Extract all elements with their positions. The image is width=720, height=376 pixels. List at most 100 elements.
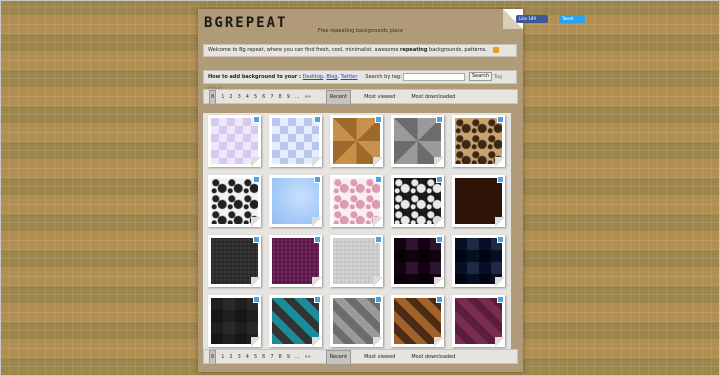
twitter-share-icon[interactable] — [253, 116, 260, 123]
corner-fold-icon — [251, 157, 261, 167]
corner-fold-icon — [434, 337, 444, 347]
corner-fold-icon — [373, 277, 383, 287]
top-page-2[interactable]: 2 — [229, 91, 232, 104]
top-page-7[interactable]: 7 — [270, 91, 273, 104]
corner-fold-icon — [373, 337, 383, 347]
pattern-tile-mauve-stripe[interactable] — [452, 295, 505, 347]
tweet-button[interactable]: Tweet — [559, 15, 585, 23]
bottom-page-2[interactable]: 2 — [229, 351, 232, 364]
corner-fold-icon — [495, 157, 505, 167]
pattern-tile-plum-check[interactable] — [391, 235, 444, 287]
pattern-tile-dark-brown[interactable] — [452, 175, 505, 227]
corner-fold-icon — [495, 217, 505, 227]
pattern-tile-floral-tan[interactable] — [452, 115, 505, 167]
pattern-tile-navy-check[interactable] — [452, 235, 505, 287]
howto-bar: How to add background to your : Desktop,… — [203, 70, 517, 92]
top-tab-0[interactable]: Recent — [325, 90, 352, 105]
twitter-share-icon[interactable] — [436, 236, 443, 243]
corner-fold-icon — [434, 157, 444, 167]
bottom-page-3[interactable]: 3 — [238, 351, 241, 364]
twitter-share-icon[interactable] — [314, 116, 321, 123]
pattern-tile-diamond-lavender[interactable] — [208, 115, 261, 167]
pattern-tile-dark-grey[interactable] — [208, 235, 261, 287]
bottom-page-1[interactable]: 1 — [221, 351, 224, 364]
link-twitter[interactable]: Twitter — [341, 74, 358, 80]
howto-label: How to add background to your : — [208, 74, 302, 80]
search-button[interactable]: Search — [468, 72, 493, 81]
bottom-page-5[interactable]: 5 — [254, 351, 257, 364]
welcome-suffix: backgrounds, patterns. — [429, 47, 487, 53]
corner-fold-icon — [312, 277, 322, 287]
twitter-share-icon[interactable] — [436, 296, 443, 303]
bottom-tab-1[interactable]: Most viewed — [361, 351, 398, 364]
twitter-share-icon[interactable] — [253, 236, 260, 243]
pattern-tile-diamond-blue[interactable] — [269, 115, 322, 167]
top-page-11[interactable]: »» — [305, 91, 311, 104]
top-page-0[interactable]: 8 — [209, 90, 217, 105]
bottom-page-10[interactable]: ... — [295, 351, 300, 364]
bottom-page-8[interactable]: 8 — [279, 351, 282, 364]
pattern-tile-grey-stripe[interactable] — [330, 295, 383, 347]
twitter-share-icon[interactable] — [314, 236, 321, 243]
link-desktop[interactable]: Desktop — [303, 74, 324, 80]
top-page-9[interactable]: 9 — [287, 91, 290, 104]
twitter-share-icon[interactable] — [375, 176, 382, 183]
twitter-share-icon[interactable] — [497, 236, 504, 243]
top-page-5[interactable]: 5 — [254, 91, 257, 104]
pattern-tile-sky-blue[interactable] — [269, 175, 322, 227]
bottom-tab-2[interactable]: Most downloaded — [408, 351, 458, 364]
top-page-1[interactable]: 1 — [221, 91, 224, 104]
corner-fold-icon — [251, 277, 261, 287]
search-label: Search by tag: — [365, 74, 402, 80]
twitter-share-icon[interactable] — [314, 296, 321, 303]
twitter-share-icon[interactable] — [497, 296, 504, 303]
pattern-tile-floral-pink[interactable] — [330, 175, 383, 227]
pattern-tile-purple-dots[interactable] — [269, 235, 322, 287]
top-page-6[interactable]: 6 — [262, 91, 265, 104]
pattern-tile-light-grey[interactable] — [330, 235, 383, 287]
bottom-tab-0[interactable]: Recent — [325, 350, 352, 365]
welcome-text: Welcome to Bg repeat, where you can find… — [208, 47, 399, 53]
twitter-share-icon[interactable] — [375, 236, 382, 243]
twitter-share-icon[interactable] — [436, 176, 443, 183]
bottom-page-0[interactable]: 8 — [209, 350, 217, 365]
top-page-4[interactable]: 4 — [246, 91, 249, 104]
pattern-tile-pinwheel-brown[interactable] — [330, 115, 383, 167]
corner-fold-icon — [495, 277, 505, 287]
pagination-bottom: 8 1 2 3 4 5 6 7 8 9...»» Recent Most viewed Most dow… — [203, 349, 518, 365]
pattern-tile-lace-black[interactable] — [391, 175, 444, 227]
pattern-tile-teal-stripe[interactable] — [269, 295, 322, 347]
site-tagline: Free repeating backgrounds place — [318, 28, 404, 34]
tag-search-input[interactable] — [403, 72, 466, 81]
bottom-page-4[interactable]: 4 — [246, 351, 249, 364]
pattern-tile-floral-white[interactable] — [208, 175, 261, 227]
bottom-page-11[interactable]: »» — [305, 351, 311, 364]
site-logo[interactable]: BGREPEAT — [204, 15, 287, 31]
facebook-like-button[interactable]: Like 189 — [516, 15, 548, 23]
twitter-share-icon[interactable] — [375, 296, 382, 303]
bottom-page-6[interactable]: 6 — [262, 351, 265, 364]
top-page-3[interactable]: 3 — [238, 91, 241, 104]
pattern-tile-brown-stripe[interactable] — [391, 295, 444, 347]
twitter-share-icon[interactable] — [497, 116, 504, 123]
corner-fold-icon — [312, 337, 322, 347]
bottom-page-9[interactable]: 9 — [287, 351, 290, 364]
top-page-10[interactable]: ... — [295, 91, 300, 104]
pattern-tile-grey-check[interactable] — [208, 295, 261, 347]
top-tab-1[interactable]: Most viewed — [361, 91, 398, 104]
corner-fold-icon — [312, 217, 322, 227]
twitter-share-icon[interactable] — [253, 296, 260, 303]
top-page-8[interactable]: 8 — [279, 91, 282, 104]
link-blog[interactable]: Blog — [326, 74, 337, 80]
corner-fold-icon — [312, 157, 322, 167]
corner-fold-icon — [251, 337, 261, 347]
twitter-share-icon[interactable] — [253, 176, 260, 183]
twitter-share-icon[interactable] — [314, 176, 321, 183]
twitter-share-icon[interactable] — [497, 176, 504, 183]
rss-icon[interactable] — [492, 46, 499, 53]
top-tab-2[interactable]: Most downloaded — [408, 91, 458, 104]
twitter-share-icon[interactable] — [375, 116, 382, 123]
twitter-share-icon[interactable] — [436, 116, 443, 123]
pattern-tile-pinwheel-grey[interactable] — [391, 115, 444, 167]
bottom-page-7[interactable]: 7 — [270, 351, 273, 364]
